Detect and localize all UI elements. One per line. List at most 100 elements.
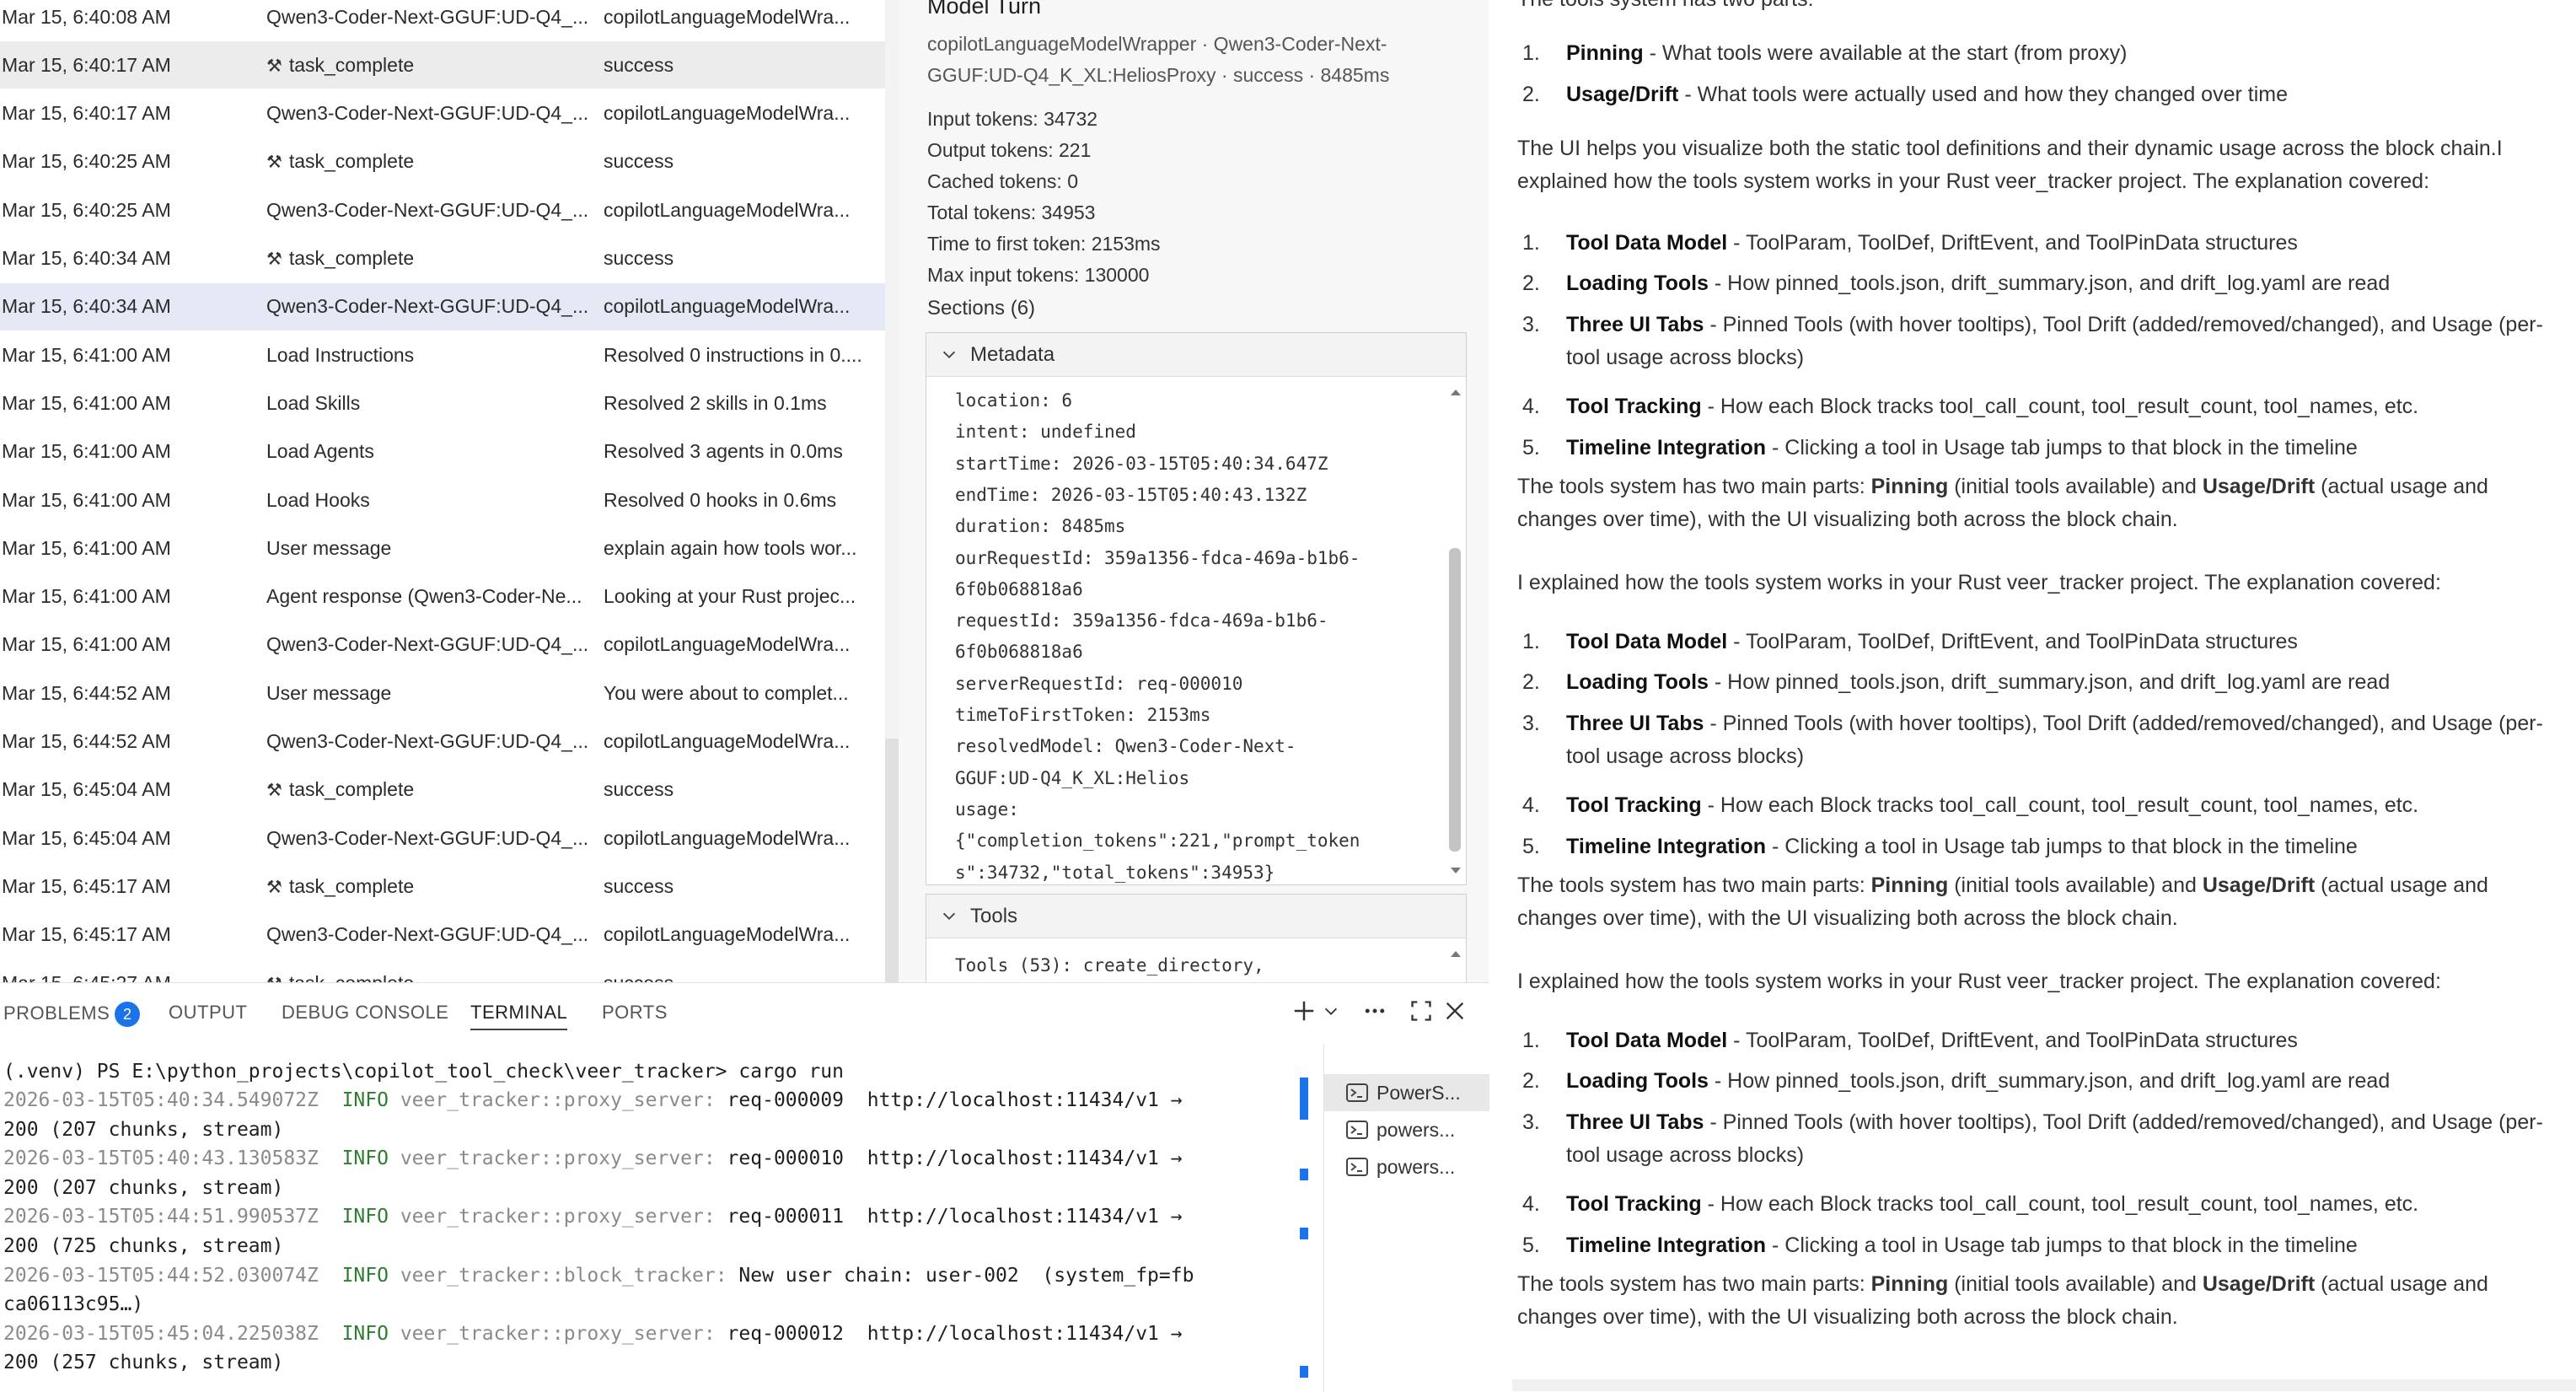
summary-bold: Usage/Drift xyxy=(2202,1272,2316,1296)
log-level: INFO xyxy=(341,1322,389,1345)
terminal-instance-1[interactable]: PowerS... xyxy=(1324,1074,1489,1111)
chevron-down-icon[interactable] xyxy=(1322,998,1340,1024)
log-row[interactable]: Mar 15, 6:40:17 AM Qwen3-Coder-Next-GGUF:… xyxy=(0,90,899,137)
list-item-text: Tool Data Model - ToolParam, ToolDef, Dr… xyxy=(1517,1024,2563,1057)
log-scrollbar-thumb[interactable] xyxy=(885,739,899,982)
terminal-instance-2[interactable]: powers... xyxy=(1324,1111,1489,1148)
list-item-title: Three UI Tabs xyxy=(1566,313,1704,336)
list-item-text: Timeline Integration - Clicking a tool i… xyxy=(1517,432,2563,465)
metadata-section-header[interactable]: Metadata xyxy=(926,333,1466,377)
tool-icon: ⚒ xyxy=(266,877,282,897)
log-row-description: success xyxy=(604,778,674,801)
list-item-title: Loading Tools xyxy=(1566,1069,1709,1093)
log-row[interactable]: Mar 15, 6:44:52 AM Qwen3-Coder-Next-GGUF:… xyxy=(0,718,899,766)
log-row[interactable]: Mar 15, 6:45:17 AM Qwen3-Coder-Next-GGUF:… xyxy=(0,911,899,959)
log-row-time: Mar 15, 6:41:00 AM xyxy=(2,536,171,559)
terminal-prompt-line: (.venv) PS E:\python_projects\copilot_to… xyxy=(3,1061,844,1083)
list-item-title: Pinning xyxy=(1566,41,1644,65)
log-row[interactable]: Mar 15, 6:41:00 AM Load Skills Resolved 2 … xyxy=(0,379,899,427)
terminal-instance-label: PowerS... xyxy=(1377,1081,1461,1104)
tab-output[interactable]: OUTPUT xyxy=(169,1002,247,1024)
metadata-line: serverRequestId: req-000010 xyxy=(955,673,1243,694)
log-row[interactable]: Mar 15, 6:45:04 AM ⚒ task_complete success xyxy=(0,766,899,814)
log-row[interactable]: Mar 15, 6:41:00 AM Load Agents Resolved 3 … xyxy=(0,428,899,476)
log-row[interactable]: Mar 15, 6:40:34 AM ⚒ task_complete success xyxy=(0,235,899,282)
terminal-line: 200 (207 chunks, stream) xyxy=(3,1118,284,1141)
log-row-name: Qwen3-Coder-Next-GGUF:UD-Q4_... xyxy=(266,295,598,318)
summary-text: The tools system has two main parts: xyxy=(1517,1272,1871,1296)
metadata-scroll-thumb[interactable] xyxy=(1449,548,1461,852)
list-item-detail: - Pinned Tools (with hover tooltips), To… xyxy=(1566,1110,2543,1167)
metadata-line: endTime: 2026-03-15T05:40:43.132Z xyxy=(955,484,1307,505)
log-row[interactable]: Mar 15, 6:40:25 AM ⚒ task_complete success xyxy=(0,138,899,185)
chevron-down-icon xyxy=(942,912,956,920)
list-item-number: 2. xyxy=(1522,271,1540,295)
terminal-instance-label: powers... xyxy=(1377,1155,1456,1178)
explanation-paragraph: I explained how the tools system works i… xyxy=(1517,970,2441,993)
log-row-name-text: Qwen3-Coder-Next-GGUF:UD-Q4_... xyxy=(266,102,589,125)
log-row-name: Load Skills xyxy=(266,392,598,415)
tab-debug-console[interactable]: DEBUG CONSOLE xyxy=(282,1002,448,1024)
terminal-output[interactable]: (.venv) PS E:\python_projects\copilot_to… xyxy=(0,1044,1323,1392)
stat-max-input: Max input tokens: 130000 xyxy=(927,264,1150,286)
log-row[interactable]: Mar 15, 6:45:04 AM Qwen3-Coder-Next-GGUF:… xyxy=(0,814,899,862)
log-timestamp: 2026-03-15T05:45:04.225038Z xyxy=(3,1322,319,1345)
log-row[interactable]: Mar 15, 6:44:52 AM User message You were a… xyxy=(0,669,899,717)
log-row[interactable]: Mar 15, 6:45:17 AM ⚒ task_complete success xyxy=(0,863,899,910)
summary-paragraph: The tools system has two main parts: Pin… xyxy=(1517,869,2563,935)
chat-input-edge xyxy=(1512,1379,2576,1391)
list-item: 2. Loading Tools - How pinned_tools.json,… xyxy=(1517,267,2563,300)
log-row-time: Mar 15, 6:45:04 AM xyxy=(2,778,171,801)
list-item-text: Tool Data Model - ToolParam, ToolDef, Dr… xyxy=(1517,626,2563,658)
maximize-panel-icon[interactable] xyxy=(1409,998,1433,1024)
log-row-name-text: task_complete xyxy=(288,150,415,173)
log-row[interactable]: Mar 15, 6:40:25 AM Qwen3-Coder-Next-GGUF:… xyxy=(0,186,899,234)
log-row[interactable]: Mar 15, 6:41:00 AM Load Instructions Resol… xyxy=(0,331,899,379)
scroll-up-icon[interactable] xyxy=(1449,384,1462,400)
scroll-down-icon[interactable] xyxy=(1449,863,1462,879)
tab-ports[interactable]: PORTS xyxy=(602,1002,668,1024)
log-row-time: Mar 15, 6:41:00 AM xyxy=(2,391,171,414)
log-row-description: Resolved 0 instructions in 0.... xyxy=(604,343,862,366)
log-row-name-text: task_complete xyxy=(289,972,414,983)
list-item-detail: - ToolParam, ToolDef, DriftEvent, and To… xyxy=(1727,630,2298,653)
log-row-name-text: Qwen3-Coder-Next-GGUF:UD-Q4_... xyxy=(266,198,589,221)
terminal-line: ca06113c95…) xyxy=(3,1293,144,1316)
log-row[interactable]: Mar 15, 6:41:00 AM Agent response (Qwen3-… xyxy=(0,573,899,621)
close-panel-icon[interactable] xyxy=(1443,998,1467,1024)
terminal-line: 2026-03-15T05:44:51.990537Z INFO veer_tr… xyxy=(3,1206,1183,1228)
log-module: veer_tracker::block_tracker: xyxy=(400,1264,727,1287)
metadata-line: resolvedModel: Qwen3-Coder-Next- xyxy=(955,736,1296,757)
log-row[interactable]: Mar 15, 6:40:34 AM Qwen3-Coder-Next-GGUF:… xyxy=(0,282,899,331)
log-row[interactable]: Mar 15, 6:41:00 AM Qwen3-Coder-Next-GGUF:… xyxy=(0,621,899,669)
tab-problems[interactable]: PROBLEMS 2 xyxy=(3,1002,141,1027)
log-row-time: Mar 15, 6:41:00 AM xyxy=(2,440,171,463)
log-row-name-text: Qwen3-Coder-Next-GGUF:UD-Q4_... xyxy=(266,826,589,849)
list-item-detail: - How each Block tracks tool_call_count,… xyxy=(1701,793,2419,817)
log-row[interactable]: Mar 15, 6:41:00 AM Load Hooks Resolved 0 h… xyxy=(0,476,899,524)
log-row-name: ⚒ task_complete xyxy=(266,247,598,270)
tab-terminal[interactable]: TERMINAL xyxy=(470,1002,568,1030)
list-item-number: 1. xyxy=(1522,1029,1540,1052)
log-row[interactable]: Mar 15, 6:40:17 AM ⚒ task_complete success xyxy=(0,41,899,89)
list-item-detail: - Pinned Tools (with hover tooltips), To… xyxy=(1566,313,2543,369)
list-item-title: Usage/Drift xyxy=(1566,83,1679,106)
terminal-instance-3[interactable]: powers... xyxy=(1324,1148,1489,1185)
scroll-up-icon[interactable] xyxy=(1449,945,1462,962)
tools-section-header[interactable]: Tools xyxy=(926,895,1466,938)
add-terminal-icon[interactable] xyxy=(1291,998,1317,1024)
tool-icon: ⚒ xyxy=(266,975,282,983)
terminal-line: 200 (207 chunks, stream) xyxy=(3,1176,284,1199)
log-row[interactable]: Mar 15, 6:40:08 AM Qwen3-Coder-Next-GGUF:… xyxy=(0,0,899,40)
chat-fragment: The tools system has two parts: xyxy=(1517,0,2563,16)
log-row[interactable]: Mar 15, 6:45:27 AM ⚒ task_complete success xyxy=(0,959,899,983)
list-item-number: 2. xyxy=(1522,670,1540,694)
list-item-number: 1. xyxy=(1522,231,1540,255)
more-actions-icon[interactable] xyxy=(1362,998,1387,1024)
list-item: 4. Tool Tracking - How each Block tracks … xyxy=(1517,1188,2563,1221)
log-row[interactable]: Mar 15, 6:41:00 AM User message explain ag… xyxy=(0,524,899,572)
list-item-detail: - Pinned Tools (with hover tooltips), To… xyxy=(1566,712,2543,768)
log-row-description: copilotLanguageModelWra... xyxy=(604,923,851,946)
stat-total-tokens: Total tokens: 34953 xyxy=(927,202,1096,223)
list-item: 1. Tool Data Model - ToolParam, ToolDef, … xyxy=(1517,227,2563,260)
